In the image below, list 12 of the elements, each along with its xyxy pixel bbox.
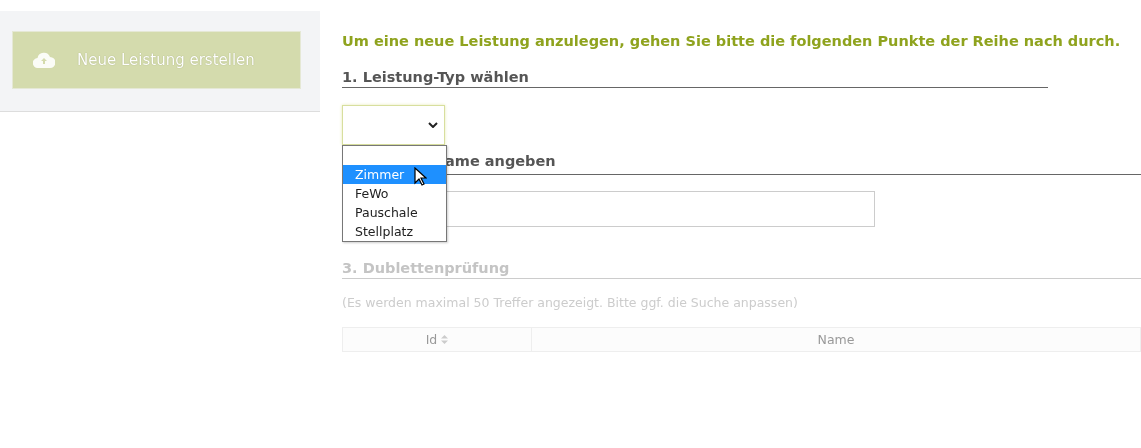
dropdown-option[interactable]: Pauschale (343, 203, 446, 222)
sort-icon (441, 335, 449, 344)
chevron-down-icon (428, 122, 438, 128)
dropdown-option[interactable]: FeWo (343, 184, 446, 203)
section-heading: 1. Leistung-Typ wählen (342, 69, 1048, 88)
cursor-icon (414, 167, 427, 186)
dropdown-option[interactable]: Zimmer (343, 165, 446, 184)
intro-text: Um eine neue Leistung anzulegen, gehen Sie bitte die folgenden Punkte der Reihe nach durch. (342, 33, 1122, 49)
section-heading: 3. Dublettenprüfung (342, 260, 1141, 279)
cloud-upload-icon (33, 52, 55, 68)
type-select[interactable] (342, 105, 445, 145)
dropdown-option[interactable]: Stellplatz (343, 222, 446, 241)
